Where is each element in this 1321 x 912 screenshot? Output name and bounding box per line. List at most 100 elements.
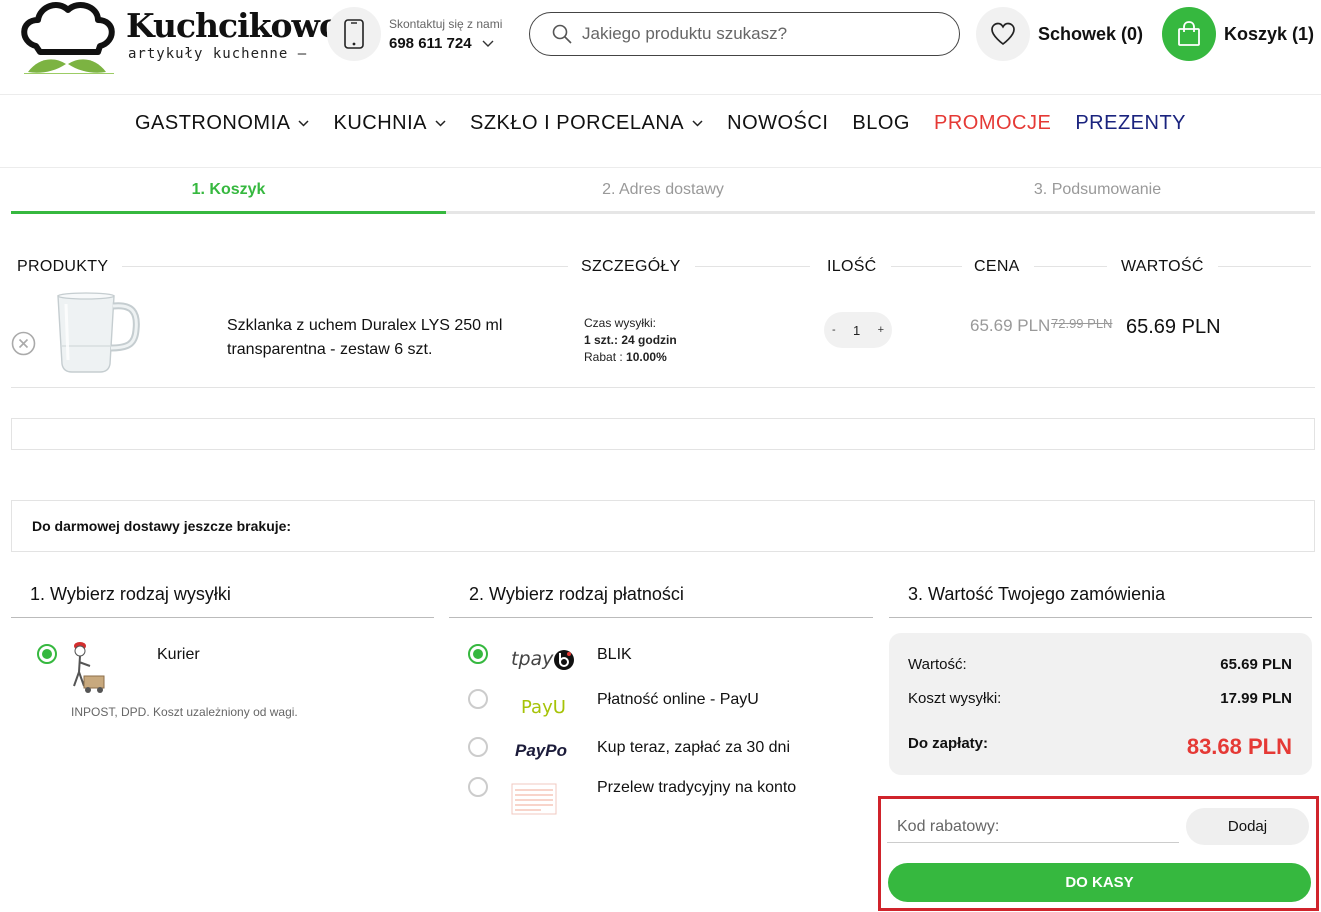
shipping-option-label[interactable]: Kurier (157, 646, 200, 664)
tpay-logo: tpay (511, 648, 575, 671)
summary-section-title: 3. Wartość Twojego zamówienia (908, 584, 1166, 604)
add-coupon-button[interactable]: Dodaj (1186, 808, 1309, 845)
original-price: 72.99 PLN (1051, 316, 1113, 331)
payu-logo: PayU (521, 697, 566, 718)
chevron-down-icon (435, 120, 446, 127)
contact-phone[interactable]: 698 611 724 (389, 35, 494, 52)
quantity-increase-button[interactable]: + (878, 324, 884, 336)
shipping-radio-kurier[interactable] (37, 644, 57, 664)
nav-item-label: PREZENTY (1075, 112, 1187, 134)
chevron-down-icon (482, 40, 494, 47)
courier-delivery-icon (73, 642, 105, 693)
blik-logo-icon (554, 649, 575, 670)
header-divider (0, 94, 1321, 95)
shopping-bag-icon (1178, 21, 1200, 46)
summary-shipping: 17.99 PLN (1220, 690, 1292, 707)
product-name[interactable]: Szklanka z uchem Duralex LYS 250 ml tran… (227, 314, 557, 362)
tpay-logo-text: tpay (511, 648, 554, 670)
column-header-products: PRODUKTY (17, 258, 123, 276)
nav-item-prezenty[interactable]: PREZENTY (1075, 112, 1186, 135)
chef-hat-logo-icon (21, 2, 115, 74)
shipping-section-title: 1. Wybierz rodzaj wysyłki (30, 584, 231, 604)
nav-item-kuchnia[interactable]: KUCHNIA (333, 112, 446, 135)
contact-phone-number: 698 611 724 (389, 35, 472, 52)
line-total: 65.69 PLN (1126, 316, 1221, 338)
payment-option-label[interactable]: Płatność online - PayU (597, 691, 759, 709)
shipping-time: 24 godzin (621, 333, 677, 347)
summary-total-label: Do zapłaty: (908, 735, 989, 752)
payment-option-label[interactable]: Przelew tradycyjny na konto (597, 779, 796, 797)
nav-item-label: BLOG (852, 112, 910, 134)
step-progress-active (11, 211, 446, 214)
heart-icon (991, 22, 1015, 46)
nav-item-promocje[interactable]: PROMOCJE (934, 112, 1051, 135)
discount-value: 10.00% (626, 350, 667, 364)
chevron-down-icon (692, 120, 703, 127)
discount-line: Rabat : 10.00% (584, 349, 677, 366)
nav-item-label: KUCHNIA (333, 112, 427, 134)
search-input[interactable] (582, 24, 942, 44)
column-header-details: SZCZEGÓŁY (581, 258, 695, 276)
payment-option-label[interactable]: BLIK (597, 646, 632, 664)
shipping-time-line: 1 szt.: 24 godzin (584, 332, 677, 349)
column-header-quantity: ILOŚĆ (827, 258, 891, 276)
summary-value: 65.69 PLN (1220, 656, 1292, 673)
quantity-decrease-button[interactable]: - (832, 324, 836, 336)
step-cart[interactable]: 1. Koszyk (11, 181, 446, 199)
phone-icon-button[interactable] (327, 7, 381, 61)
nav-item-nowosci[interactable]: NOWOŚCI (727, 112, 828, 135)
quantity-value[interactable]: 1 (853, 323, 860, 338)
chevron-down-icon (298, 120, 310, 127)
unit-price: 65.69 PLN (970, 316, 1051, 335)
search-icon (552, 24, 572, 44)
product-details: Czas wysyłki: 1 szt.: 24 godzin Rabat : … (584, 315, 677, 366)
nav-item-szklo-i-porcelana[interactable]: SZKŁO I PORCELANA (470, 112, 703, 135)
nav-divider (0, 167, 1321, 168)
empty-box (11, 418, 1315, 450)
payment-section-title: 2. Wybierz rodzaj płatności (469, 584, 684, 604)
main-nav: GASTRONOMIA KUCHNIA SZKŁO I PORCELANA NO… (0, 112, 1321, 135)
shipping-time-label: Czas wysyłki: (584, 316, 657, 330)
search-bar[interactable] (529, 12, 960, 56)
smartphone-icon (344, 19, 364, 49)
summary-total: 83.68 PLN (1186, 734, 1292, 759)
shipping-qty: 1 szt.: (584, 333, 619, 347)
step-summary: 3. Podsumowanie (1033, 181, 1162, 198)
step-address: 2. Adres dostawy (602, 181, 724, 198)
summary-section-line (889, 617, 1312, 618)
checkout-button[interactable]: DO KASY (888, 863, 1311, 902)
shipping-section-line (11, 617, 434, 618)
contact-label: Skontaktuj się z nami (389, 17, 503, 31)
nav-item-label: GASTRONOMIA (134, 112, 291, 134)
payment-option-label[interactable]: Kup teraz, zapłać za 30 dni (597, 739, 790, 757)
summary-value-label: Wartość: (908, 656, 967, 673)
quantity-stepper: - 1 + (824, 312, 892, 348)
discount-label: Rabat : (584, 350, 623, 364)
coupon-input[interactable] (887, 811, 1179, 843)
row-divider (11, 387, 1315, 388)
wishlist-label[interactable]: Schowek (0) (1038, 24, 1143, 45)
remove-item-icon[interactable] (11, 331, 36, 356)
payment-radio-payu[interactable] (468, 689, 488, 709)
wishlist-button[interactable] (976, 7, 1030, 61)
column-header-price: CENA (974, 258, 1034, 276)
summary-shipping-label: Koszt wysyłki: (908, 690, 1002, 707)
free-shipping-text: Do darmowej dostawy jeszcze brakuje: (32, 518, 292, 534)
nav-item-label: PROMOCJE (933, 112, 1052, 134)
nav-item-label: SZKŁO I PORCELANA (470, 112, 685, 134)
bank-transfer-form-icon (511, 783, 557, 815)
payment-radio-blik[interactable] (468, 644, 488, 664)
cart-button[interactable] (1162, 7, 1216, 61)
nav-item-gastronomia[interactable]: GASTRONOMIA (135, 112, 310, 135)
logo-subtitle: artykuły kuchenne — (128, 46, 308, 62)
payment-section-line (449, 617, 873, 618)
payment-radio-paypo[interactable] (468, 737, 488, 757)
shipping-option-note: INPOST, DPD. Koszt uzależniony od wagi. (71, 705, 298, 719)
payment-radio-transfer[interactable] (468, 777, 488, 797)
paypo-logo: PayPo (515, 741, 567, 760)
logo-title: Kuchcikowo (126, 6, 341, 45)
column-header-value: WARTOŚĆ (1121, 258, 1218, 276)
nav-item-blog[interactable]: BLOG (852, 112, 910, 135)
cart-label[interactable]: Koszyk (1) (1224, 24, 1314, 45)
product-image-glass-mug[interactable] (50, 290, 140, 376)
